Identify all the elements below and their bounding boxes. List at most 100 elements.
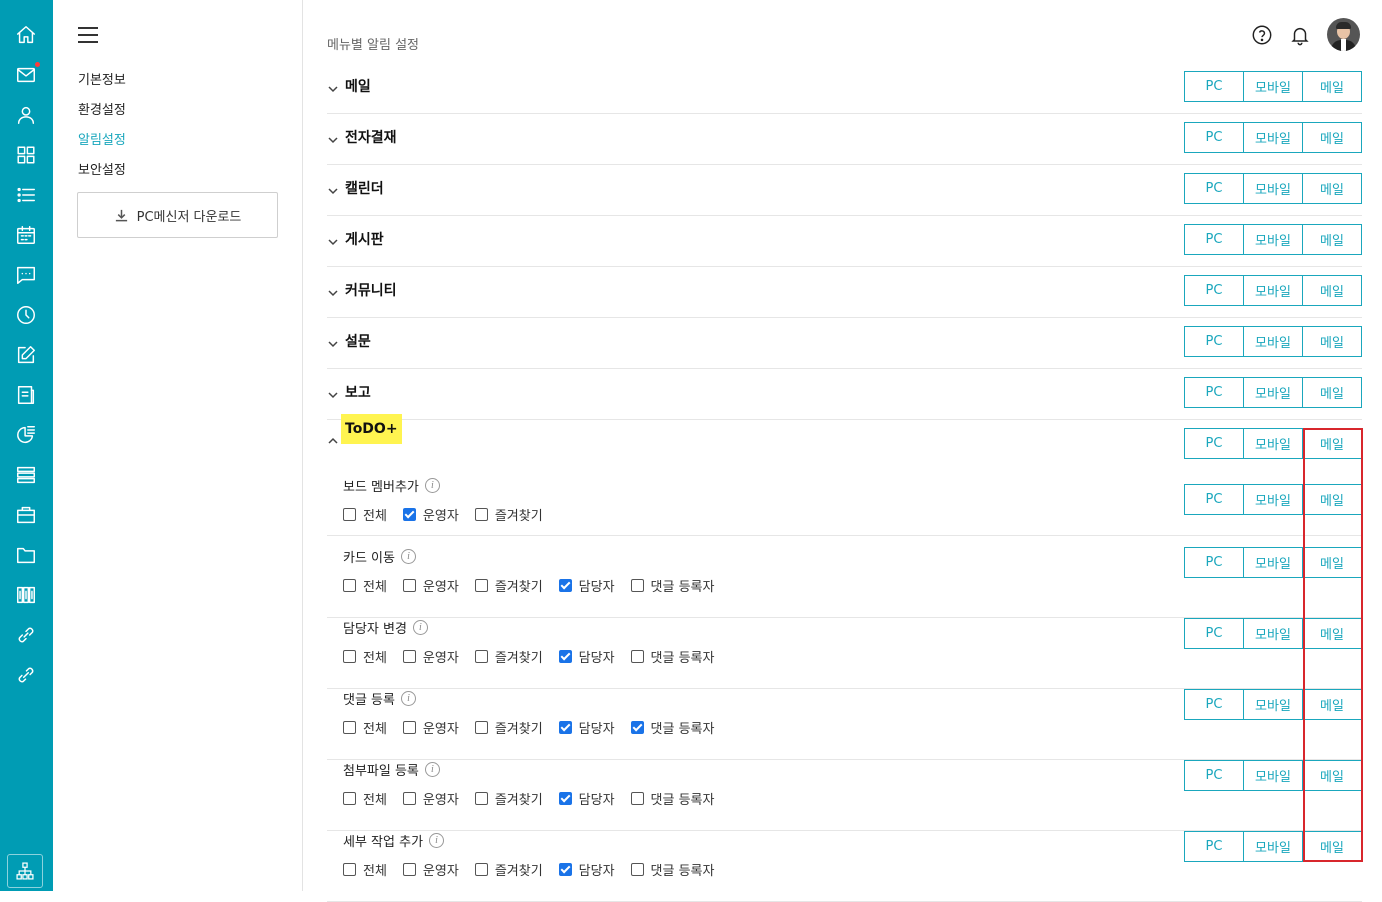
todo-item-mail-button[interactable]: 메일 xyxy=(1302,484,1362,515)
category-label[interactable]: 게시판 xyxy=(345,229,384,249)
recipient-checkbox[interactable]: 전체 xyxy=(343,576,387,595)
category-mobile-button[interactable]: 모바일 xyxy=(1243,224,1303,255)
category-row[interactable]: 게시판 PC 모바일 메일 xyxy=(327,216,1362,267)
todo-item-pc-button[interactable]: PC xyxy=(1184,689,1244,720)
category-label[interactable]: 설문 xyxy=(345,331,371,351)
todo-item-mail-button[interactable]: 메일 xyxy=(1302,547,1362,578)
link-icon[interactable] xyxy=(13,622,39,648)
info-icon[interactable]: i xyxy=(400,691,416,706)
board-icon[interactable] xyxy=(13,462,39,488)
todo-item-pc-button[interactable]: PC xyxy=(1184,618,1244,649)
checkbox-checked[interactable] xyxy=(558,792,572,805)
todo-item-mail-button[interactable]: 메일 xyxy=(1302,689,1362,720)
help-icon[interactable] xyxy=(1251,24,1273,46)
recipient-checkbox[interactable]: 전체 xyxy=(343,789,387,808)
category-row[interactable]: 설문 PC 모바일 메일 xyxy=(327,318,1362,369)
recipient-checkbox[interactable]: 담당자 xyxy=(558,576,615,595)
checkbox-checked[interactable] xyxy=(558,579,572,592)
todo-item-mobile-button[interactable]: 모바일 xyxy=(1243,831,1303,862)
category-row[interactable]: 전자결재 PC 모바일 메일 xyxy=(327,114,1362,165)
category-row[interactable]: 메일 PC 모바일 메일 xyxy=(327,63,1362,114)
info-icon[interactable]: i xyxy=(424,478,440,493)
recipient-checkbox[interactable]: 댓글 등록자 xyxy=(630,789,714,808)
checkbox-unchecked[interactable] xyxy=(630,650,644,663)
todo-item-pc-button[interactable]: PC xyxy=(1184,547,1244,578)
checkbox-unchecked[interactable] xyxy=(474,863,488,876)
clock-icon[interactable] xyxy=(13,302,39,328)
checkbox-unchecked[interactable] xyxy=(630,863,644,876)
recipient-checkbox[interactable]: 운영자 xyxy=(402,718,459,737)
todo-item-mobile-button[interactable]: 모바일 xyxy=(1243,547,1303,578)
checkbox-checked[interactable] xyxy=(558,650,572,663)
link-alt-icon[interactable] xyxy=(13,662,39,688)
checkbox-unchecked[interactable] xyxy=(402,792,416,805)
recipient-checkbox[interactable]: 운영자 xyxy=(402,789,459,808)
checkbox-unchecked[interactable] xyxy=(343,579,356,592)
todo-item-mobile-button[interactable]: 모바일 xyxy=(1243,618,1303,649)
recipient-checkbox[interactable]: 댓글 등록자 xyxy=(630,718,714,737)
mail-icon[interactable] xyxy=(13,62,40,88)
todo-item-mail-button[interactable]: 메일 xyxy=(1302,760,1362,791)
category-mail-button[interactable]: 메일 xyxy=(1302,377,1362,408)
info-icon[interactable]: i xyxy=(412,620,428,635)
todo-item-mail-button[interactable]: 메일 xyxy=(1302,618,1362,649)
sidebar-item-security[interactable]: 보안설정 xyxy=(78,159,126,178)
checkbox-checked[interactable] xyxy=(558,863,572,876)
bell-icon[interactable] xyxy=(1289,24,1311,46)
sidebar-item-preferences[interactable]: 환경설정 xyxy=(78,99,126,118)
info-icon[interactable]: i xyxy=(424,762,440,777)
org-chart-icon[interactable] xyxy=(7,854,43,888)
list-icon[interactable] xyxy=(13,182,39,208)
chevron-down-icon[interactable] xyxy=(327,386,339,399)
recipient-checkbox[interactable]: 댓글 등록자 xyxy=(630,647,714,666)
todo-item-mobile-button[interactable]: 모바일 xyxy=(1243,760,1303,791)
checkbox-unchecked[interactable] xyxy=(630,792,644,805)
info-icon[interactable]: i xyxy=(400,549,416,564)
todo-item-pc-button[interactable]: PC xyxy=(1184,760,1244,791)
category-pc-button[interactable]: PC xyxy=(1184,326,1244,357)
category-mail-button[interactable]: 메일 xyxy=(1302,428,1362,459)
checkbox-unchecked[interactable] xyxy=(343,650,356,663)
checkbox-unchecked[interactable] xyxy=(402,721,416,734)
category-pc-button[interactable]: PC xyxy=(1184,428,1244,459)
recipient-checkbox[interactable]: 즐겨찾기 xyxy=(474,647,543,666)
user-icon[interactable] xyxy=(13,102,39,128)
category-mobile-button[interactable]: 모바일 xyxy=(1243,326,1303,357)
todo-item-mobile-button[interactable]: 모바일 xyxy=(1243,689,1303,720)
recipient-checkbox[interactable]: 담당자 xyxy=(558,860,615,879)
category-mobile-button[interactable]: 모바일 xyxy=(1243,173,1303,204)
todo-item-pc-button[interactable]: PC xyxy=(1184,484,1244,515)
recipient-checkbox[interactable]: 운영자 xyxy=(402,505,459,524)
category-pc-button[interactable]: PC xyxy=(1184,122,1244,153)
checkbox-unchecked[interactable] xyxy=(402,863,416,876)
category-pc-button[interactable]: PC xyxy=(1184,275,1244,306)
category-row[interactable]: 캘린더 PC 모바일 메일 xyxy=(327,165,1362,216)
checkbox-unchecked[interactable] xyxy=(630,579,644,592)
menu-icon[interactable] xyxy=(78,27,98,43)
category-mail-button[interactable]: 메일 xyxy=(1302,71,1362,102)
checkbox-unchecked[interactable] xyxy=(343,721,356,734)
checkbox-unchecked[interactable] xyxy=(343,508,356,521)
todo-item-pc-button[interactable]: PC xyxy=(1184,831,1244,862)
chart-icon[interactable] xyxy=(13,422,39,448)
chevron-down-icon[interactable] xyxy=(327,233,339,246)
chevron-down-icon[interactable] xyxy=(327,284,339,297)
category-mail-button[interactable]: 메일 xyxy=(1302,275,1362,306)
checkbox-unchecked[interactable] xyxy=(474,792,488,805)
category-row[interactable]: 커뮤니티 PC 모바일 메일 xyxy=(327,267,1362,318)
category-mobile-button[interactable]: 모바일 xyxy=(1243,71,1303,102)
category-label[interactable]: 전자결재 xyxy=(345,127,397,147)
recipient-checkbox[interactable]: 담당자 xyxy=(558,718,615,737)
category-mobile-button[interactable]: 모바일 xyxy=(1243,122,1303,153)
category-label[interactable]: 캘린더 xyxy=(345,178,384,198)
recipient-checkbox[interactable]: 즐겨찾기 xyxy=(474,860,543,879)
recipient-checkbox[interactable]: 전체 xyxy=(343,718,387,737)
checkbox-checked[interactable] xyxy=(558,721,572,734)
category-mail-button[interactable]: 메일 xyxy=(1302,224,1362,255)
recipient-checkbox[interactable]: 즐겨찾기 xyxy=(474,505,543,524)
checkbox-unchecked[interactable] xyxy=(343,792,356,805)
recipient-checkbox[interactable]: 전체 xyxy=(343,505,387,524)
category-label[interactable]: 보고 xyxy=(345,382,371,402)
category-mobile-button[interactable]: 모바일 xyxy=(1243,275,1303,306)
folder-icon[interactable] xyxy=(13,542,39,568)
